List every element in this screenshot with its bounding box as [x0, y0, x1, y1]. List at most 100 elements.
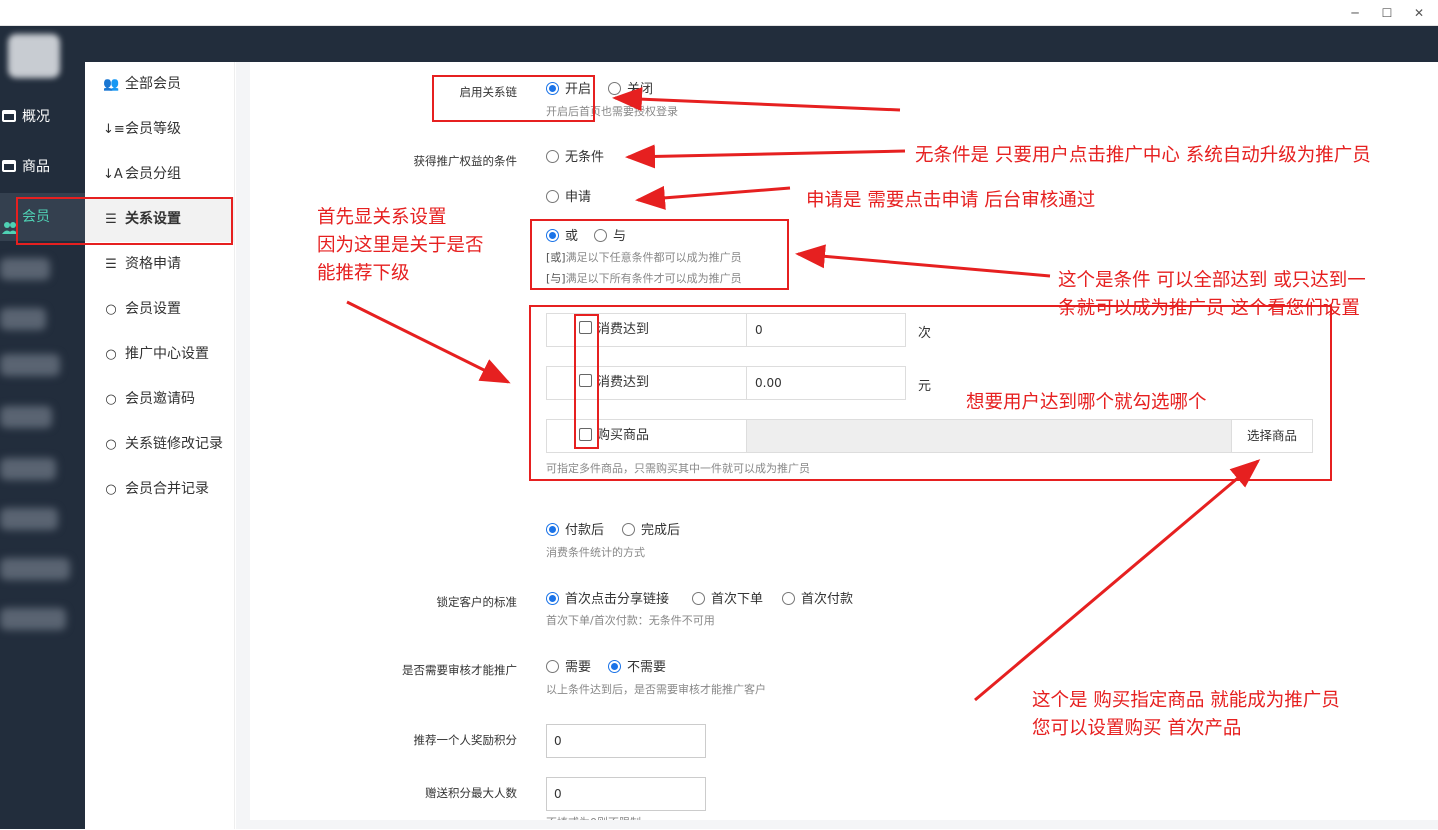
app-logo — [8, 34, 60, 78]
subnav-label: 会员合并记录 — [125, 481, 209, 497]
subnav-item-member-group[interactable]: ↓A 会员分组 — [85, 152, 235, 197]
blurred-nav-item[interactable] — [0, 406, 52, 428]
blurred-nav-item[interactable] — [0, 558, 70, 580]
condition-apply-radio[interactable]: 申请 — [546, 189, 591, 207]
annotation-check-which: 想要用户达到哪个就勾选哪个 — [966, 392, 1207, 413]
subnav-label: 会员等级 — [125, 121, 181, 137]
need-review-yes-radio[interactable]: 需要 — [546, 659, 591, 677]
maximize-icon[interactable]: ☐ — [1378, 4, 1396, 22]
annotation-box-logic — [530, 219, 789, 290]
sliders-icon: ☰ — [105, 257, 117, 272]
condition-label: 获得推广权益的条件 — [413, 154, 518, 168]
annotation-no-condition: 无条件是 只要用户点击推广中心 系统自动升级为推广员 — [915, 145, 1371, 166]
need-review-help: 以上条件达到后，是否需要审核才能推广客户 — [546, 683, 766, 696]
nav-item-overview[interactable]: 概况 — [0, 95, 85, 139]
radio-label: 首次点击分享链接 — [565, 592, 670, 607]
radio-label: 关闭 — [627, 82, 654, 97]
radio-label: 申请 — [565, 190, 592, 205]
circle-icon: ○ — [105, 482, 117, 497]
radio-icon — [782, 592, 795, 605]
main-sidebar: 概况 商品 会员 — [0, 34, 85, 829]
subnav-item-member-settings[interactable]: ○ 会员设置 — [85, 287, 235, 332]
lock-opt2-radio[interactable]: 首次下单 — [692, 591, 763, 609]
content-gutter — [236, 62, 250, 829]
annotation-first-line2: 因为这里是关于是否 — [317, 235, 484, 256]
circle-icon: ○ — [105, 437, 117, 452]
annotation-buy-line2: 您可以设置购买 首次产品 — [1032, 718, 1242, 739]
subnav-item-merge-log[interactable]: ○ 会员合并记录 — [85, 467, 235, 512]
radio-icon — [546, 523, 559, 536]
lock-opt1-radio[interactable]: 首次点击分享链接 — [546, 591, 669, 609]
nav-item-label: 商品 — [22, 159, 50, 175]
need-review-label: 是否需要审核才能推广 — [402, 663, 517, 677]
need-review-no-radio[interactable]: 不需要 — [608, 659, 666, 677]
radio-label: 付款后 — [565, 523, 605, 538]
lock-customer-label: 锁定客户的标准 — [436, 595, 518, 609]
subnav-item-member-level[interactable]: ↓≡ 会员等级 — [85, 107, 235, 152]
radio-label: 不需要 — [627, 660, 667, 675]
radio-icon — [546, 660, 559, 673]
sort-icon: ↓≡ — [103, 122, 125, 137]
stat-after-finish-radio[interactable]: 完成后 — [622, 522, 680, 540]
top-header-bar — [0, 26, 1438, 62]
window-titlebar: ─ ☐ ✕ — [0, 0, 1438, 26]
reward-points-label: 推荐一个人奖励积分 — [413, 733, 518, 747]
subnav-label: 会员设置 — [125, 301, 181, 317]
radio-icon — [608, 82, 621, 95]
subnav-item-promo-center[interactable]: ○ 推广中心设置 — [85, 332, 235, 377]
subnav-label: 关系链修改记录 — [125, 436, 223, 452]
blurred-nav-item[interactable] — [0, 608, 66, 630]
radio-icon — [692, 592, 705, 605]
subnav-item-qualification[interactable]: ☰ 资格申请 — [85, 242, 235, 287]
radio-label: 需要 — [565, 660, 592, 675]
radio-icon — [622, 523, 635, 536]
circle-icon: ○ — [105, 302, 117, 317]
blurred-nav-item[interactable] — [0, 508, 58, 530]
annotation-cond-line2: 条就可以成为推广员 这个看您们设置 — [1058, 298, 1360, 319]
relation-chain-off-radio[interactable]: 关闭 — [608, 81, 653, 99]
minimize-icon[interactable]: ─ — [1346, 4, 1364, 22]
bottom-strip — [236, 820, 1438, 829]
condition-none-radio[interactable]: 无条件 — [546, 149, 604, 167]
subnav-label: 推广中心设置 — [125, 346, 209, 362]
radio-label: 首次下单 — [711, 592, 764, 607]
radio-label: 首次付款 — [801, 592, 854, 607]
radio-icon — [546, 190, 559, 203]
annotation-box-nav — [16, 197, 233, 245]
reward-points-input[interactable]: 0 — [546, 724, 706, 758]
radio-label: 完成后 — [641, 523, 681, 538]
radio-icon — [546, 150, 559, 163]
annotation-box-relation-chain — [432, 75, 595, 122]
annotation-first-line1: 首先显关系设置 — [317, 207, 447, 228]
users-icon: 👥 — [103, 77, 120, 92]
lock-opt3-radio[interactable]: 首次付款 — [782, 591, 853, 609]
blurred-nav-item[interactable] — [0, 458, 56, 480]
circle-icon: ○ — [105, 392, 117, 407]
annotation-buy-line1: 这个是 购买指定商品 就能成为推广员 — [1032, 690, 1340, 711]
annotation-first-line3: 能推荐下级 — [317, 263, 410, 284]
subnav-item-chain-log[interactable]: ○ 关系链修改记录 — [85, 422, 235, 467]
sort-az-icon: ↓A — [103, 167, 123, 182]
annotation-box-checkboxes — [574, 314, 599, 449]
subnav-label: 资格申请 — [125, 256, 181, 272]
sub-sidebar: 👥 全部会员 ↓≡ 会员等级 ↓A 会员分组 ☰ 关系设置 ☰ 资格申请 ○ 会员设置 ○ 推… — [85, 62, 235, 829]
radio-label: 无条件 — [565, 150, 605, 165]
annotation-apply: 申请是 需要点击申请 后台审核通过 — [806, 190, 1096, 211]
lock-customer-help: 首次下单/首次付款：无条件不可用 — [546, 614, 715, 627]
subnav-item-all-members[interactable]: 👥 全部会员 — [85, 62, 235, 107]
stat-mode-help: 消费条件统计的方式 — [546, 546, 645, 559]
close-icon[interactable]: ✕ — [1410, 4, 1428, 22]
blurred-nav-item[interactable] — [0, 354, 60, 376]
blurred-nav-item[interactable] — [0, 308, 46, 330]
box-icon — [2, 110, 16, 122]
subnav-item-invite-code[interactable]: ○ 会员邀请码 — [85, 377, 235, 422]
circle-icon: ○ — [105, 347, 117, 362]
nav-item-label: 概况 — [22, 109, 50, 125]
max-people-input[interactable]: 0 — [546, 777, 706, 811]
blurred-nav-item[interactable] — [0, 258, 50, 280]
subnav-label: 会员分组 — [125, 166, 181, 182]
subnav-label: 全部会员 — [125, 76, 181, 92]
stat-after-pay-radio[interactable]: 付款后 — [546, 522, 604, 540]
annotation-cond-line1: 这个是条件 可以全部达到 或只达到一 — [1058, 270, 1366, 291]
nav-item-goods[interactable]: 商品 — [0, 145, 85, 189]
